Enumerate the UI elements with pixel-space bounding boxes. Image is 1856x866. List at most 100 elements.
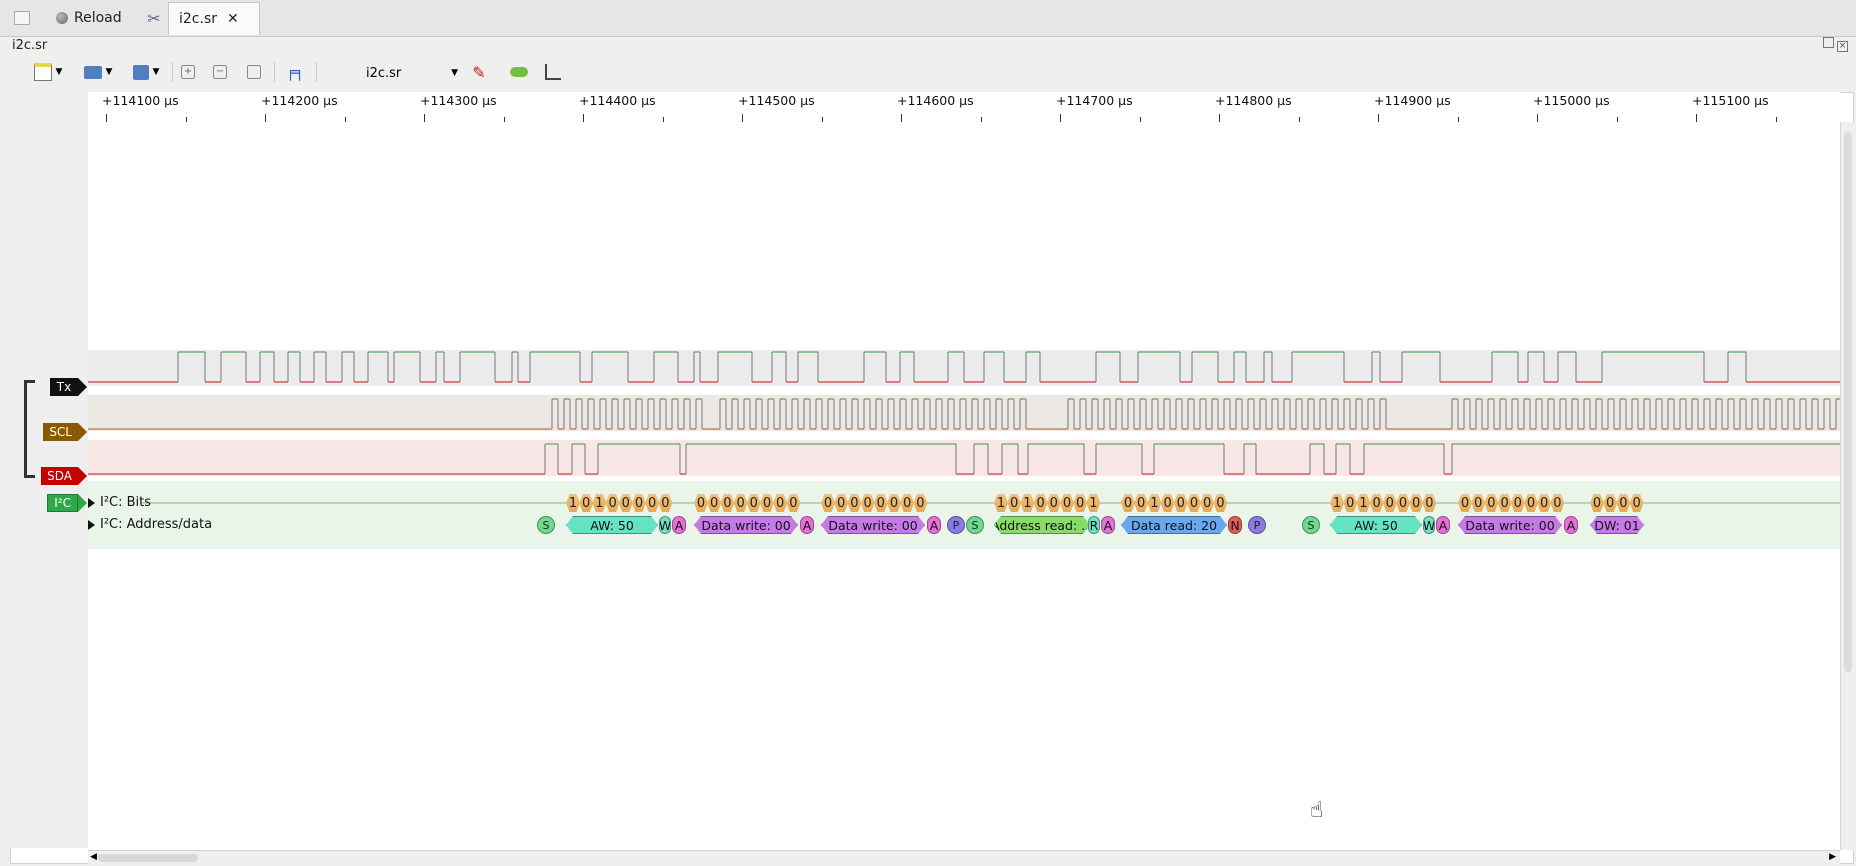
ruler-label: +114700 µs	[1056, 93, 1133, 108]
annotation-ack[interactable]: A	[1564, 516, 1578, 534]
cursor-markers-icon: ╒╕	[285, 63, 305, 81]
annotation-data-write[interactable]: Data write: 00	[694, 516, 798, 534]
zoom-fit-button[interactable]	[244, 60, 264, 84]
decoder-row-name: I²C: Bits	[100, 495, 152, 510]
decoder-arrow	[78, 494, 87, 512]
annotation-nack[interactable]: N	[1228, 516, 1242, 534]
annotation-start[interactable]: S	[537, 516, 555, 534]
time-ruler[interactable]: +114100 µs +114200 µs +114300 µs +114400 µs…	[88, 92, 1840, 123]
add-decoder-button[interactable]	[506, 60, 532, 84]
tools-icon: ✂	[147, 8, 161, 28]
probe-icon: ✎	[472, 62, 486, 82]
decoder-label-i2c[interactable]: I²C	[47, 494, 78, 512]
tab-settings[interactable]: ✂	[140, 2, 168, 34]
ruler-label: +114400 µs	[579, 93, 656, 108]
annotation-ack[interactable]: A	[1101, 516, 1115, 534]
annotation-ack[interactable]: A	[927, 516, 941, 534]
annotation-start[interactable]: S	[966, 516, 984, 534]
annotation-data-write[interactable]: Data write: 00	[1458, 516, 1562, 534]
annotation-ack[interactable]: A	[800, 516, 814, 534]
float-icon[interactable]	[1822, 37, 1834, 48]
open-button[interactable]: ▼	[78, 60, 118, 84]
ruler-label: +114900 µs	[1374, 93, 1451, 108]
ruler-major-tick	[106, 114, 107, 122]
ruler-major-tick	[1060, 114, 1061, 122]
close-icon[interactable]: ✕	[227, 11, 239, 27]
annotation-data-read[interactable]: Data read: 20	[1121, 516, 1227, 534]
i2c-address-data-row-label[interactable]: I²C: Address/data	[88, 517, 212, 532]
probe-config-button[interactable]: ✎	[466, 60, 492, 84]
expand-triangle-icon[interactable]	[88, 519, 95, 530]
tab-bar: Reload ✂ i2c.sr ✕	[0, 0, 1856, 37]
zoom-in-button[interactable]: +	[178, 60, 198, 84]
channel-arrow	[78, 378, 87, 396]
annotation-stop[interactable]: P	[947, 516, 965, 534]
annotation-rw[interactable]: W	[1423, 516, 1435, 534]
scroll-right-icon[interactable]: ▶	[1829, 852, 1836, 862]
ruler-major-tick	[583, 114, 584, 122]
ruler-major-tick	[1219, 114, 1220, 122]
zoom-out-icon: −	[213, 65, 227, 79]
waveforms	[88, 351, 1840, 504]
ruler-major-tick	[1696, 114, 1697, 122]
annotation-start[interactable]: S	[1302, 516, 1320, 534]
annotation-data-write[interactable]: DW: 01	[1590, 516, 1644, 534]
annotation-data-write[interactable]: Data write: 00	[821, 516, 925, 534]
ruler-major-tick	[901, 114, 902, 122]
expand-triangle-icon[interactable]	[88, 497, 95, 508]
zoom-out-button[interactable]: −	[210, 60, 230, 84]
save-button[interactable]: ▼	[126, 60, 166, 84]
channel-arrow	[78, 423, 87, 441]
document-title: i2c.sr	[12, 38, 48, 53]
scroll-left-icon[interactable]: ◀	[90, 852, 97, 862]
math-icon	[545, 64, 561, 80]
decoder-row-name: I²C: Address/data	[100, 517, 213, 532]
tab-blank[interactable]	[8, 2, 36, 34]
ruler-label: +114200 µs	[261, 93, 338, 108]
math-signal-button[interactable]	[540, 60, 566, 84]
main-toolbar: ▼ ▼ ▼ + − ╒╕ i2c.sr ▼ ✎	[0, 52, 1856, 92]
annotation-ack[interactable]: A	[672, 516, 686, 534]
hand-cursor-icon: ☝	[1310, 798, 1324, 823]
new-view-icon	[33, 63, 52, 81]
dock-close-icon[interactable]: ×	[1837, 41, 1848, 52]
decoder-icon	[510, 67, 528, 77]
device-selector-value: i2c.sr	[366, 65, 402, 81]
window-icon	[14, 11, 30, 25]
horizontal-scroll-thumb[interactable]	[98, 854, 198, 862]
annotation-stop[interactable]: P	[1248, 516, 1266, 534]
new-view-button[interactable]: ▼	[28, 60, 68, 84]
trace-headers: Tx SCL SDA I²C	[10, 92, 88, 848]
ruler-label: +115000 µs	[1533, 93, 1610, 108]
tab-i2c[interactable]: i2c.sr ✕	[168, 2, 260, 35]
ruler-major-tick	[1378, 114, 1379, 122]
chevron-down-icon: ▼	[105, 67, 113, 77]
tab-reload[interactable]: Reload	[50, 2, 146, 34]
device-selector[interactable]: i2c.sr ▼	[336, 62, 460, 84]
channel-label-sda[interactable]: SDA	[41, 467, 78, 485]
channel-label-tx[interactable]: Tx	[50, 378, 78, 396]
horizontal-scrollbar[interactable]: ◀ ▶	[88, 850, 1840, 865]
chevron-down-icon: ▼	[55, 67, 63, 77]
annotation-addr-read[interactable]: Address read: ...	[994, 516, 1090, 534]
trace-area[interactable]: 1010000000000000000000001010000100100000…	[88, 122, 1840, 850]
annotation-ack[interactable]: A	[1436, 516, 1450, 534]
vertical-scrollbar[interactable]	[1840, 122, 1855, 850]
annotation-rw[interactable]: W	[659, 516, 671, 534]
vertical-scroll-thumb[interactable]	[1844, 132, 1852, 672]
zoom-fit-icon	[247, 65, 261, 79]
channel-arrow	[78, 467, 87, 485]
channel-group-bracket	[24, 380, 35, 478]
channel-label-scl[interactable]: SCL	[43, 423, 78, 441]
dock-buttons[interactable]: ×	[1822, 37, 1848, 52]
zoom-in-icon: +	[181, 65, 195, 79]
annotation-rw[interactable]: R	[1088, 516, 1100, 534]
annotation-addr-write[interactable]: AW: 50	[1330, 516, 1422, 534]
reload-icon	[56, 12, 68, 24]
folder-icon	[83, 65, 102, 79]
annotation-addr-write[interactable]: AW: 50	[566, 516, 658, 534]
ruler-label: +114800 µs	[1215, 93, 1292, 108]
cursor-button[interactable]: ╒╕	[282, 60, 308, 84]
ruler-major-tick	[424, 114, 425, 122]
i2c-bits-row-label[interactable]: I²C: Bits	[88, 495, 151, 510]
